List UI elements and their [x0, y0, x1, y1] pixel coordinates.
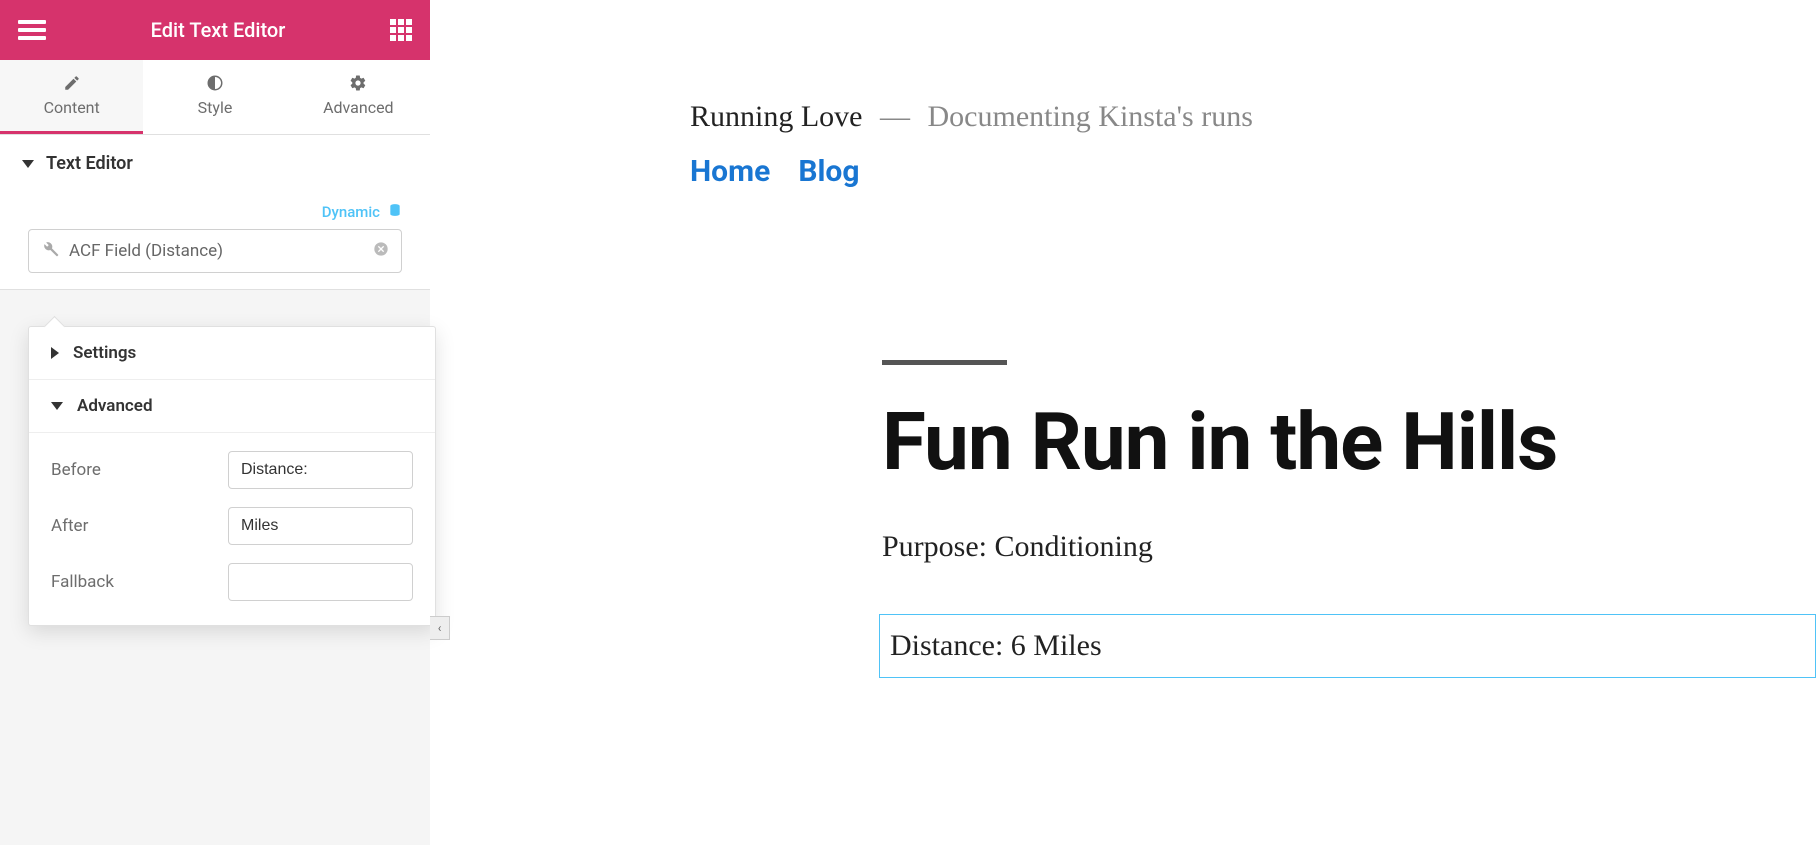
- page-title: Fun Run in the Hills: [882, 395, 1557, 489]
- pencil-icon: [63, 74, 81, 92]
- caret-down-icon: [51, 402, 63, 410]
- fallback-label: Fallback: [51, 572, 114, 592]
- site-tagline: Documenting Kinsta's runs: [928, 100, 1253, 133]
- database-icon[interactable]: [388, 202, 402, 221]
- nav-home-link[interactable]: Home: [690, 154, 770, 189]
- site-nav: Home Blog: [690, 154, 1756, 189]
- contrast-icon: [206, 74, 224, 92]
- fallback-row: Fallback: [51, 563, 413, 601]
- caret-down-icon: [22, 160, 34, 168]
- popover-advanced-body: Before After Fallback: [29, 433, 435, 625]
- distance-text: Distance: 6 Miles: [890, 629, 1102, 662]
- wrench-icon: [41, 240, 59, 262]
- popover-settings-toggle[interactable]: Settings: [29, 327, 435, 380]
- sidebar-header: Edit Text Editor: [0, 0, 430, 60]
- sidebar-title: Edit Text Editor: [151, 18, 286, 42]
- editor-sidebar: Edit Text Editor Content Style Advan: [0, 0, 430, 845]
- after-label: After: [51, 516, 88, 536]
- collapse-sidebar-button[interactable]: ‹: [430, 616, 450, 640]
- tab-style[interactable]: Style: [143, 60, 286, 134]
- before-row: Before: [51, 451, 413, 489]
- tab-style-label: Style: [198, 98, 233, 117]
- chevron-left-icon: ‹: [438, 621, 442, 635]
- text-editor-section: Text Editor Dynamic ACF Field (Distance): [0, 135, 430, 290]
- text-editor-toggle[interactable]: Text Editor: [0, 135, 430, 192]
- tab-content[interactable]: Content: [0, 60, 143, 134]
- purpose-line: Purpose: Conditioning: [882, 530, 1153, 564]
- site-tag-dash: —: [880, 100, 910, 133]
- menu-icon[interactable]: [18, 20, 46, 40]
- fallback-input[interactable]: [228, 563, 413, 601]
- sidebar-tabs: Content Style Advanced: [0, 60, 430, 135]
- dynamic-settings-popover: Settings Advanced Before After Fallback: [28, 326, 436, 626]
- page-title-rule: [882, 360, 1007, 365]
- before-input[interactable]: [228, 451, 413, 489]
- clear-icon[interactable]: [373, 241, 389, 261]
- tab-advanced-label: Advanced: [323, 98, 394, 117]
- before-label: Before: [51, 460, 101, 480]
- popover-advanced-title: Advanced: [77, 396, 153, 416]
- apps-grid-icon[interactable]: [390, 19, 412, 41]
- nav-blog-link[interactable]: Blog: [798, 154, 859, 189]
- dynamic-field-input[interactable]: ACF Field (Distance): [28, 229, 402, 273]
- caret-right-icon: [51, 347, 59, 359]
- site-title-row: Running Love — Documenting Kinsta's runs: [690, 100, 1756, 134]
- after-row: After: [51, 507, 413, 545]
- tab-advanced[interactable]: Advanced: [287, 60, 430, 134]
- selected-text-widget[interactable]: Distance: 6 Miles: [879, 614, 1816, 678]
- site-title: Running Love: [690, 100, 863, 133]
- site-header: Running Love — Documenting Kinsta's runs…: [490, 100, 1756, 189]
- dynamic-row: Dynamic: [0, 192, 430, 229]
- gear-icon: [349, 74, 367, 92]
- preview-canvas: Running Love — Documenting Kinsta's runs…: [430, 0, 1816, 845]
- dynamic-label[interactable]: Dynamic: [322, 203, 380, 221]
- dynamic-field-value: ACF Field (Distance): [69, 241, 363, 261]
- popover-advanced-toggle[interactable]: Advanced: [29, 380, 435, 433]
- popover-settings-title: Settings: [73, 343, 136, 363]
- text-editor-section-title: Text Editor: [46, 153, 133, 174]
- after-input[interactable]: [228, 507, 413, 545]
- tab-content-label: Content: [44, 98, 100, 117]
